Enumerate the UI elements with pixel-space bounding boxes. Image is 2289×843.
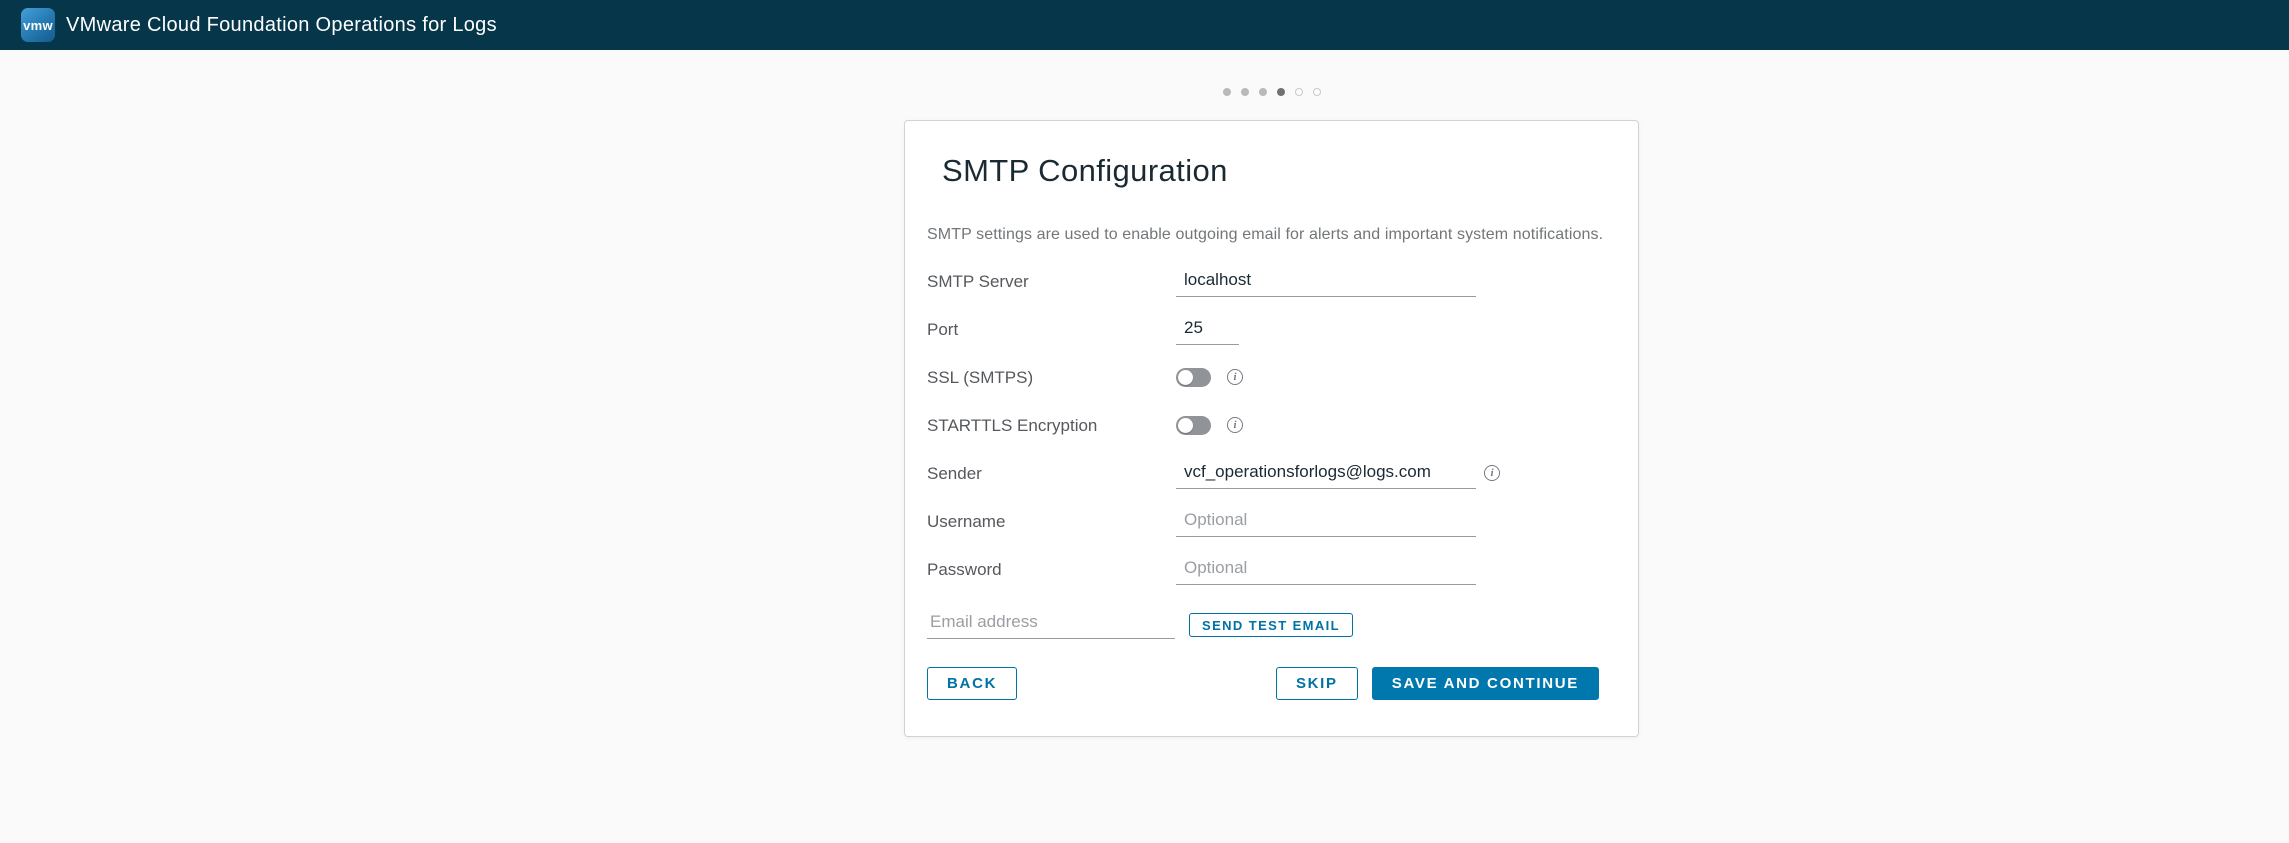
step-dot-2 bbox=[1241, 88, 1249, 96]
info-icon[interactable]: i bbox=[1227, 417, 1243, 433]
app-title: VMware Cloud Foundation Operations for L… bbox=[66, 14, 497, 37]
sender-input[interactable] bbox=[1176, 462, 1476, 489]
test-email-row: SEND TEST EMAIL bbox=[927, 610, 1616, 640]
form-row-password: Password bbox=[927, 558, 1616, 606]
form-row-port: Port bbox=[927, 318, 1616, 366]
form-row-sender: Sender i bbox=[927, 462, 1616, 510]
username-label: Username bbox=[927, 510, 1176, 532]
smtp-configuration-card: SMTP Configuration SMTP settings are use… bbox=[904, 120, 1639, 737]
step-dot-4 bbox=[1277, 88, 1285, 96]
info-icon[interactable]: i bbox=[1227, 369, 1243, 385]
form-row-smtp-server: SMTP Server bbox=[927, 270, 1616, 318]
save-and-continue-button[interactable]: SAVE AND CONTINUE bbox=[1372, 667, 1599, 700]
port-input[interactable] bbox=[1176, 318, 1239, 345]
toggle-knob bbox=[1178, 418, 1193, 433]
send-test-email-button[interactable]: SEND TEST EMAIL bbox=[1189, 613, 1353, 637]
skip-button[interactable]: SKIP bbox=[1276, 667, 1358, 700]
ssl-label: SSL (SMTPS) bbox=[927, 366, 1176, 388]
step-dot-6 bbox=[1313, 88, 1321, 96]
step-dot-5 bbox=[1295, 88, 1303, 96]
smtp-server-input[interactable] bbox=[1176, 270, 1476, 297]
step-dot-1 bbox=[1223, 88, 1231, 96]
app-header: vmw VMware Cloud Foundation Operations f… bbox=[0, 0, 2289, 50]
wizard-footer: BACK SKIP SAVE AND CONTINUE bbox=[927, 667, 1616, 700]
form-row-username: Username bbox=[927, 510, 1616, 558]
smtp-form: SMTP Server Port SSL (SMTPS) bbox=[927, 270, 1616, 606]
port-label: Port bbox=[927, 318, 1176, 340]
card-description: SMTP settings are used to enable outgoin… bbox=[927, 226, 1616, 244]
stepper bbox=[904, 88, 1639, 96]
starttls-toggle[interactable] bbox=[1176, 416, 1211, 435]
ssl-toggle[interactable] bbox=[1176, 368, 1211, 387]
password-label: Password bbox=[927, 558, 1176, 580]
page-title: SMTP Configuration bbox=[942, 153, 1616, 189]
starttls-label: STARTTLS Encryption bbox=[927, 414, 1176, 436]
sender-label: Sender bbox=[927, 462, 1176, 484]
form-row-starttls: STARTTLS Encryption i bbox=[927, 414, 1616, 462]
vmware-logo-icon: vmw bbox=[21, 8, 55, 42]
form-row-ssl: SSL (SMTPS) i bbox=[927, 366, 1616, 414]
password-input[interactable] bbox=[1176, 558, 1476, 585]
back-button[interactable]: BACK bbox=[927, 667, 1017, 700]
page: vmw VMware Cloud Foundation Operations f… bbox=[0, 0, 2289, 843]
info-icon[interactable]: i bbox=[1484, 465, 1500, 481]
test-email-input[interactable] bbox=[927, 612, 1175, 639]
smtp-server-label: SMTP Server bbox=[927, 270, 1176, 292]
username-input[interactable] bbox=[1176, 510, 1476, 537]
toggle-knob bbox=[1178, 370, 1193, 385]
step-dot-3 bbox=[1259, 88, 1267, 96]
